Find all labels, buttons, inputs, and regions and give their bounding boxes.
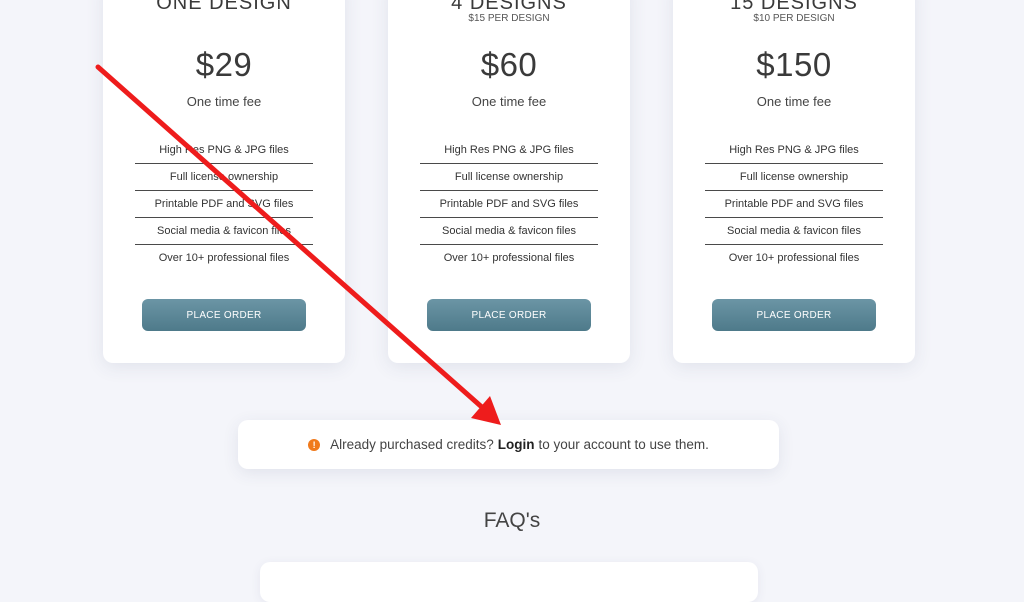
feature-item: Over 10+ professional files	[158, 252, 290, 264]
purchased-credits-notice: ! Already purchased credits? Login to yo…	[238, 420, 779, 469]
feature-item: Over 10+ professional files	[443, 252, 575, 264]
plan-fee-label: One time fee	[186, 94, 262, 109]
pricing-card-4-designs: 4 DESIGNS $15 PER DESIGN $60 One time fe…	[388, 0, 630, 363]
plan-price: $150	[756, 46, 832, 83]
plan-title: ONE DESIGN	[156, 0, 292, 14]
feature-item: Full license ownership	[420, 164, 598, 191]
place-order-button[interactable]: PLACE ORDER	[142, 299, 306, 331]
feature-item: High Res PNG & JPG files	[420, 137, 598, 164]
login-link[interactable]: Login	[498, 437, 535, 452]
feature-item: Printable PDF and SVG files	[135, 191, 313, 218]
feature-item: Full license ownership	[705, 164, 883, 191]
feature-item: High Res PNG & JPG files	[705, 137, 883, 164]
feature-list: High Res PNG & JPG files Full license ow…	[420, 137, 598, 272]
info-icon: !	[308, 438, 321, 451]
plan-per-design-price: $10 PER DESIGN	[753, 13, 835, 24]
feature-list: High Res PNG & JPG files Full license ow…	[705, 137, 883, 272]
notice-text-after: to your account to use them.	[538, 437, 709, 452]
feature-item: High Res PNG & JPG files	[135, 137, 313, 164]
plan-title: 4 DESIGNS	[451, 0, 567, 14]
feature-item: Social media & favicon files	[705, 218, 883, 245]
faq-heading: FAQ's	[483, 509, 541, 532]
feature-item: Printable PDF and SVG files	[705, 191, 883, 218]
notice-text-before: Already purchased credits?	[330, 437, 494, 452]
plan-price: $29	[195, 46, 253, 83]
feature-item: Social media & favicon files	[420, 218, 598, 245]
place-order-button[interactable]: PLACE ORDER	[712, 299, 876, 331]
feature-item: Full license ownership	[135, 164, 313, 191]
faq-panel	[260, 562, 758, 602]
feature-item: Printable PDF and SVG files	[420, 191, 598, 218]
feature-item: Over 10+ professional files	[728, 252, 860, 264]
plan-price: $60	[480, 46, 538, 83]
feature-item: Social media & favicon files	[135, 218, 313, 245]
pricing-card-one-design: ONE DESIGN $29 One time fee High Res PNG…	[103, 0, 345, 363]
plan-fee-label: One time fee	[471, 94, 547, 109]
plan-fee-label: One time fee	[756, 94, 832, 109]
feature-list: High Res PNG & JPG files Full license ow…	[135, 137, 313, 272]
plan-title: 15 DESIGNS	[730, 0, 858, 14]
pricing-card-15-designs: 15 DESIGNS $10 PER DESIGN $150 One time …	[673, 0, 915, 363]
plan-per-design-price: $15 PER DESIGN	[468, 13, 550, 24]
place-order-button[interactable]: PLACE ORDER	[427, 299, 591, 331]
